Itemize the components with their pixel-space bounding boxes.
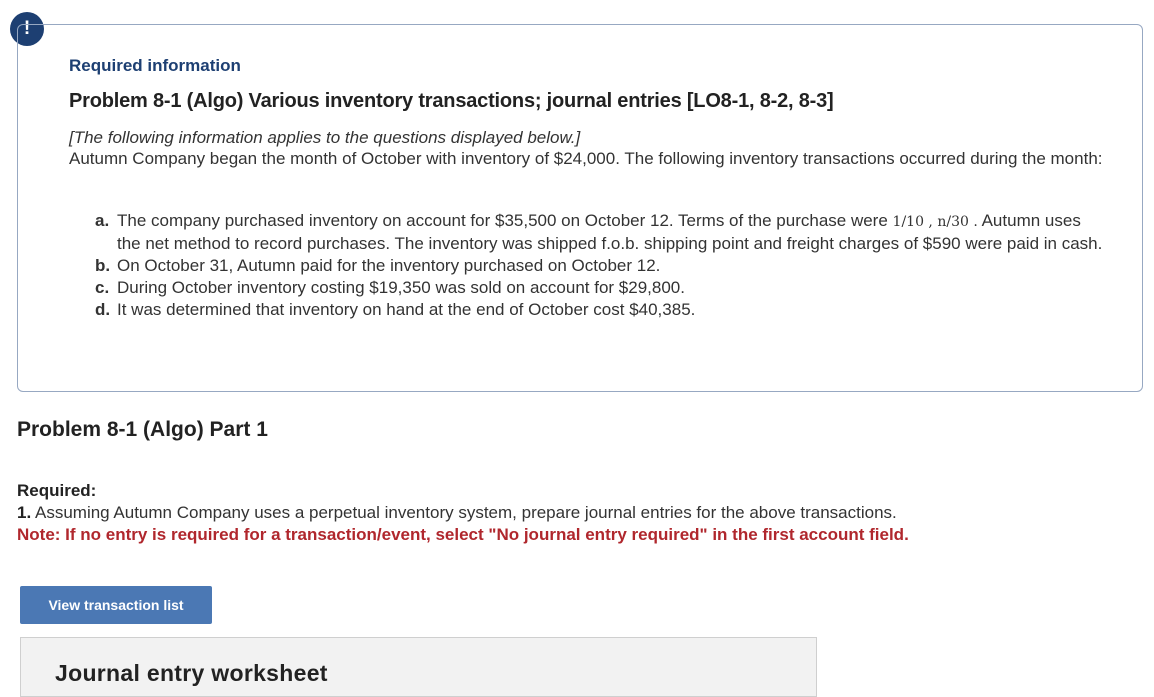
item-letter: a. — [95, 211, 110, 230]
intro-text: Autumn Company began the month of Octobe… — [69, 149, 1103, 168]
transaction-item-b: b. On October 31, Autumn paid for the in… — [95, 255, 1105, 277]
applies-note: [The following information applies to th… — [69, 128, 581, 147]
item-letter: c. — [95, 278, 110, 297]
required-information-panel: Required information Problem 8-1 (Algo) … — [17, 24, 1143, 392]
transaction-item-d: d. It was determined that inventory on h… — [95, 299, 1105, 321]
view-transaction-list-button[interactable]: View transaction list — [20, 586, 212, 624]
transaction-list: a. The company purchased inventory on ac… — [95, 210, 1105, 321]
note-text: Note: If no entry is required for a tran… — [17, 525, 909, 544]
required-information-heading: Required information — [69, 56, 241, 75]
item-text: On October 31, Autumn paid for the inven… — [117, 256, 661, 275]
worksheet-title: Journal entry worksheet — [55, 660, 328, 686]
item-letter: d. — [95, 300, 111, 319]
item-text: During October inventory costing $19,350… — [117, 278, 685, 297]
transaction-item-c: c. During October inventory costing $19,… — [95, 277, 1105, 299]
journal-entry-worksheet-panel: Journal entry worksheet — [20, 637, 817, 697]
item-letter: b. — [95, 256, 111, 275]
required-text: Assuming Autumn Company uses a perpetual… — [34, 503, 897, 522]
item-text: It was determined that inventory on hand… — [117, 300, 696, 319]
item-text: The company purchased inventory on accou… — [117, 211, 888, 230]
transaction-item-a: a. The company purchased inventory on ac… — [95, 210, 1105, 255]
required-label: Required: — [17, 481, 97, 500]
purchase-terms: 1/10 , n/30 . — [892, 214, 978, 230]
required-number: 1. — [17, 503, 32, 522]
required-instruction: 1. Assuming Autumn Company uses a perpet… — [17, 503, 897, 523]
problem-intro: [The following information applies to th… — [69, 127, 1109, 169]
problem-title: Problem 8-1 (Algo) Various inventory tra… — [69, 90, 834, 112]
part-title: Problem 8-1 (Algo) Part 1 — [17, 418, 268, 441]
